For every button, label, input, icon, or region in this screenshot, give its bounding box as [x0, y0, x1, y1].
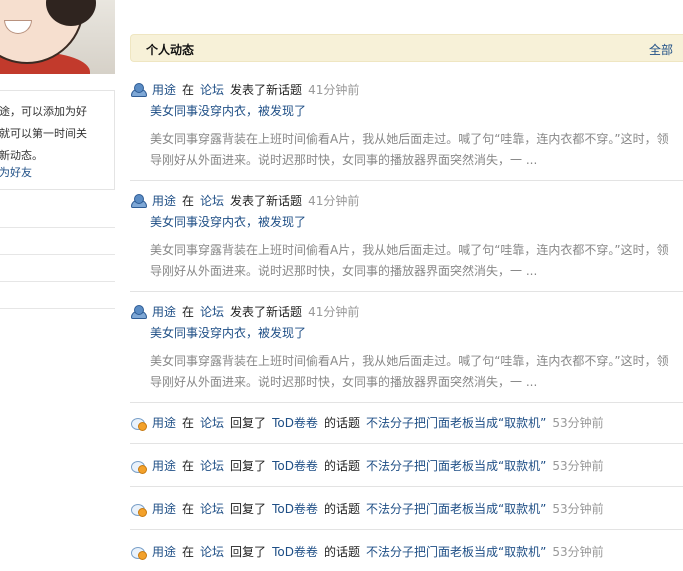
feed-time: 41分钟前: [308, 83, 360, 97]
feed-post-meta: 用途在论坛 发表了新话题 41分钟前: [130, 303, 365, 319]
feed-reply-meta: 用途在论坛 回复了 ToD卷卷 的话题 不法分子把门面老板当成“取款机” 53分钟前: [130, 414, 610, 431]
feed-action-text: 发表了新话题: [230, 83, 303, 97]
feed-post-meta: 用途在论坛 发表了新话题 41分钟前: [130, 81, 365, 97]
feed-forum-link[interactable]: 论坛: [200, 83, 224, 97]
feed-time: 41分钟前: [308, 305, 360, 319]
feed-forum-link[interactable]: 论坛: [200, 416, 224, 430]
post-summary-line: 美女同事穿露背装在上班时间偷看A片，我从她后面走过。喊了句“哇靠，连内衣都不穿。…: [150, 243, 669, 257]
reply-topic-link[interactable]: 不法分子把门面老板当成“取款机”: [366, 416, 546, 430]
reply-comment-icon: [130, 544, 147, 560]
view-all-link[interactable]: 全部: [649, 41, 673, 58]
post-title-link[interactable]: 美女同事没穿内衣，被发现了: [150, 102, 306, 119]
sidebar-divider: [0, 281, 115, 282]
post-summary-line: 导刚好从外面进来。说时迟那时快，女同事的播放器界面突然消失，一 ...: [150, 264, 538, 278]
add-friend-tip: 途，可以添加为好 就可以第一时间关 新动态。 为好友: [0, 90, 115, 190]
feed-forum-link[interactable]: 论坛: [200, 502, 224, 516]
topic-author-link[interactable]: ToD卷卷: [272, 502, 318, 516]
feed-in-text: 在: [182, 83, 195, 97]
feed-user-link[interactable]: 用途: [152, 83, 176, 97]
tip-line: 新动态。: [0, 149, 43, 162]
feed-user-link[interactable]: 用途: [152, 459, 176, 473]
feed-in-text: 在: [182, 305, 195, 319]
feed-reply-item: 用途在论坛 回复了 ToD卷卷 的话题 不法分子把门面老板当成“取款机” 53分钟前: [130, 500, 683, 520]
topic-author-link[interactable]: ToD卷卷: [272, 416, 318, 430]
tip-line: 就可以第一时间关: [0, 127, 87, 140]
personal-activity-header: 个人动态 全部: [130, 34, 683, 62]
feed-time: 53分钟前: [552, 416, 604, 430]
user-post-icon: [130, 82, 147, 97]
feed-post-meta: 用途在论坛 发表了新话题 41分钟前: [130, 192, 365, 208]
feed-action-text: 回复了: [230, 459, 267, 473]
feed-forum-link[interactable]: 论坛: [200, 545, 224, 559]
reply-topic-link[interactable]: 不法分子把门面老板当成“取款机”: [366, 502, 546, 516]
feed-divider: [130, 180, 683, 181]
of-topic-text: 的话题: [323, 416, 360, 430]
sidebar-divider: [0, 254, 115, 255]
feed-in-text: 在: [182, 194, 195, 208]
feed-forum-link[interactable]: 论坛: [200, 305, 224, 319]
feed-reply-meta: 用途在论坛 回复了 ToD卷卷 的话题 不法分子把门面老板当成“取款机” 53分钟前: [130, 500, 610, 517]
post-summary-line: 美女同事穿露背装在上班时间偷看A片，我从她后面走过。喊了句“哇靠，连内衣都不穿。…: [150, 354, 669, 368]
topic-author-link[interactable]: ToD卷卷: [272, 459, 318, 473]
feed-in-text: 在: [182, 545, 195, 559]
feed-divider: [130, 291, 683, 292]
feed-time: 53分钟前: [552, 502, 604, 516]
user-avatar[interactable]: [0, 0, 115, 74]
feed-divider: [130, 443, 683, 444]
feed-reply-item: 用途在论坛 回复了 ToD卷卷 的话题 不法分子把门面老板当成“取款机” 53分钟前: [130, 543, 683, 563]
feed-reply-item: 用途在论坛 回复了 ToD卷卷 的话题 不法分子把门面老板当成“取款机” 53分钟前: [130, 457, 683, 477]
reply-comment-icon: [130, 458, 147, 474]
of-topic-text: 的话题: [323, 459, 360, 473]
post-summary-line: 导刚好从外面进来。说时迟那时快，女同事的播放器界面突然消失，一 ...: [150, 153, 538, 167]
feed-post-item: 用途在论坛 发表了新话题 41分钟前 美女同事没穿内衣，被发现了 美女同事穿露背装在…: [130, 81, 683, 181]
post-title-link[interactable]: 美女同事没穿内衣，被发现了: [150, 324, 306, 341]
post-summary-line: 美女同事穿露背装在上班时间偷看A片，我从她后面走过。喊了句“哇靠，连内衣都不穿。…: [150, 132, 669, 146]
section-title: 个人动态: [146, 43, 195, 57]
feed-divider: [130, 402, 683, 403]
feed-divider: [130, 486, 683, 487]
tip-line: 途，可以添加为好: [0, 105, 87, 118]
feed-in-text: 在: [182, 502, 195, 516]
feed-user-link[interactable]: 用途: [152, 545, 176, 559]
sidebar-divider: [0, 227, 115, 228]
feed-post-item: 用途在论坛 发表了新话题 41分钟前 美女同事没穿内衣，被发现了 美女同事穿露背装在…: [130, 192, 683, 292]
feed-in-text: 在: [182, 459, 195, 473]
feed-reply-item: 用途在论坛 回复了 ToD卷卷 的话题 不法分子把门面老板当成“取款机” 53分钟前: [130, 414, 683, 434]
feed-forum-link[interactable]: 论坛: [200, 459, 224, 473]
reply-topic-link[interactable]: 不法分子把门面老板当成“取款机”: [366, 545, 546, 559]
reply-topic-link[interactable]: 不法分子把门面老板当成“取款机”: [366, 459, 546, 473]
feed-user-link[interactable]: 用途: [152, 194, 176, 208]
feed-user-link[interactable]: 用途: [152, 416, 176, 430]
feed-reply-meta: 用途在论坛 回复了 ToD卷卷 的话题 不法分子把门面老板当成“取款机” 53分钟前: [130, 457, 610, 474]
feed-action-text: 回复了: [230, 416, 267, 430]
feed-action-text: 发表了新话题: [230, 305, 303, 319]
feed-time: 53分钟前: [552, 545, 604, 559]
reply-comment-icon: [130, 501, 147, 517]
of-topic-text: 的话题: [323, 545, 360, 559]
reply-comment-icon: [130, 415, 147, 431]
feed-in-text: 在: [182, 416, 195, 430]
add-friend-link[interactable]: 为好友: [0, 164, 32, 180]
feed-user-link[interactable]: 用途: [152, 305, 176, 319]
post-title-link[interactable]: 美女同事没穿内衣，被发现了: [150, 213, 306, 230]
feed-forum-link[interactable]: 论坛: [200, 194, 224, 208]
feed-post-item: 用途在论坛 发表了新话题 41分钟前 美女同事没穿内衣，被发现了 美女同事穿露背装在…: [130, 303, 683, 403]
post-summary-line: 导刚好从外面进来。说时迟那时快，女同事的播放器界面突然消失，一 ...: [150, 375, 538, 389]
feed-action-text: 回复了: [230, 502, 267, 516]
user-post-icon: [130, 304, 147, 319]
feed-time: 53分钟前: [552, 459, 604, 473]
feed-divider: [130, 529, 683, 530]
of-topic-text: 的话题: [323, 502, 360, 516]
feed-action-text: 回复了: [230, 545, 267, 559]
topic-author-link[interactable]: ToD卷卷: [272, 545, 318, 559]
feed-action-text: 发表了新话题: [230, 194, 303, 208]
feed-time: 41分钟前: [308, 194, 360, 208]
sidebar-divider: [0, 308, 115, 309]
feed-user-link[interactable]: 用途: [152, 502, 176, 516]
feed-reply-meta: 用途在论坛 回复了 ToD卷卷 的话题 不法分子把门面老板当成“取款机” 53分钟前: [130, 543, 610, 560]
user-post-icon: [130, 193, 147, 208]
